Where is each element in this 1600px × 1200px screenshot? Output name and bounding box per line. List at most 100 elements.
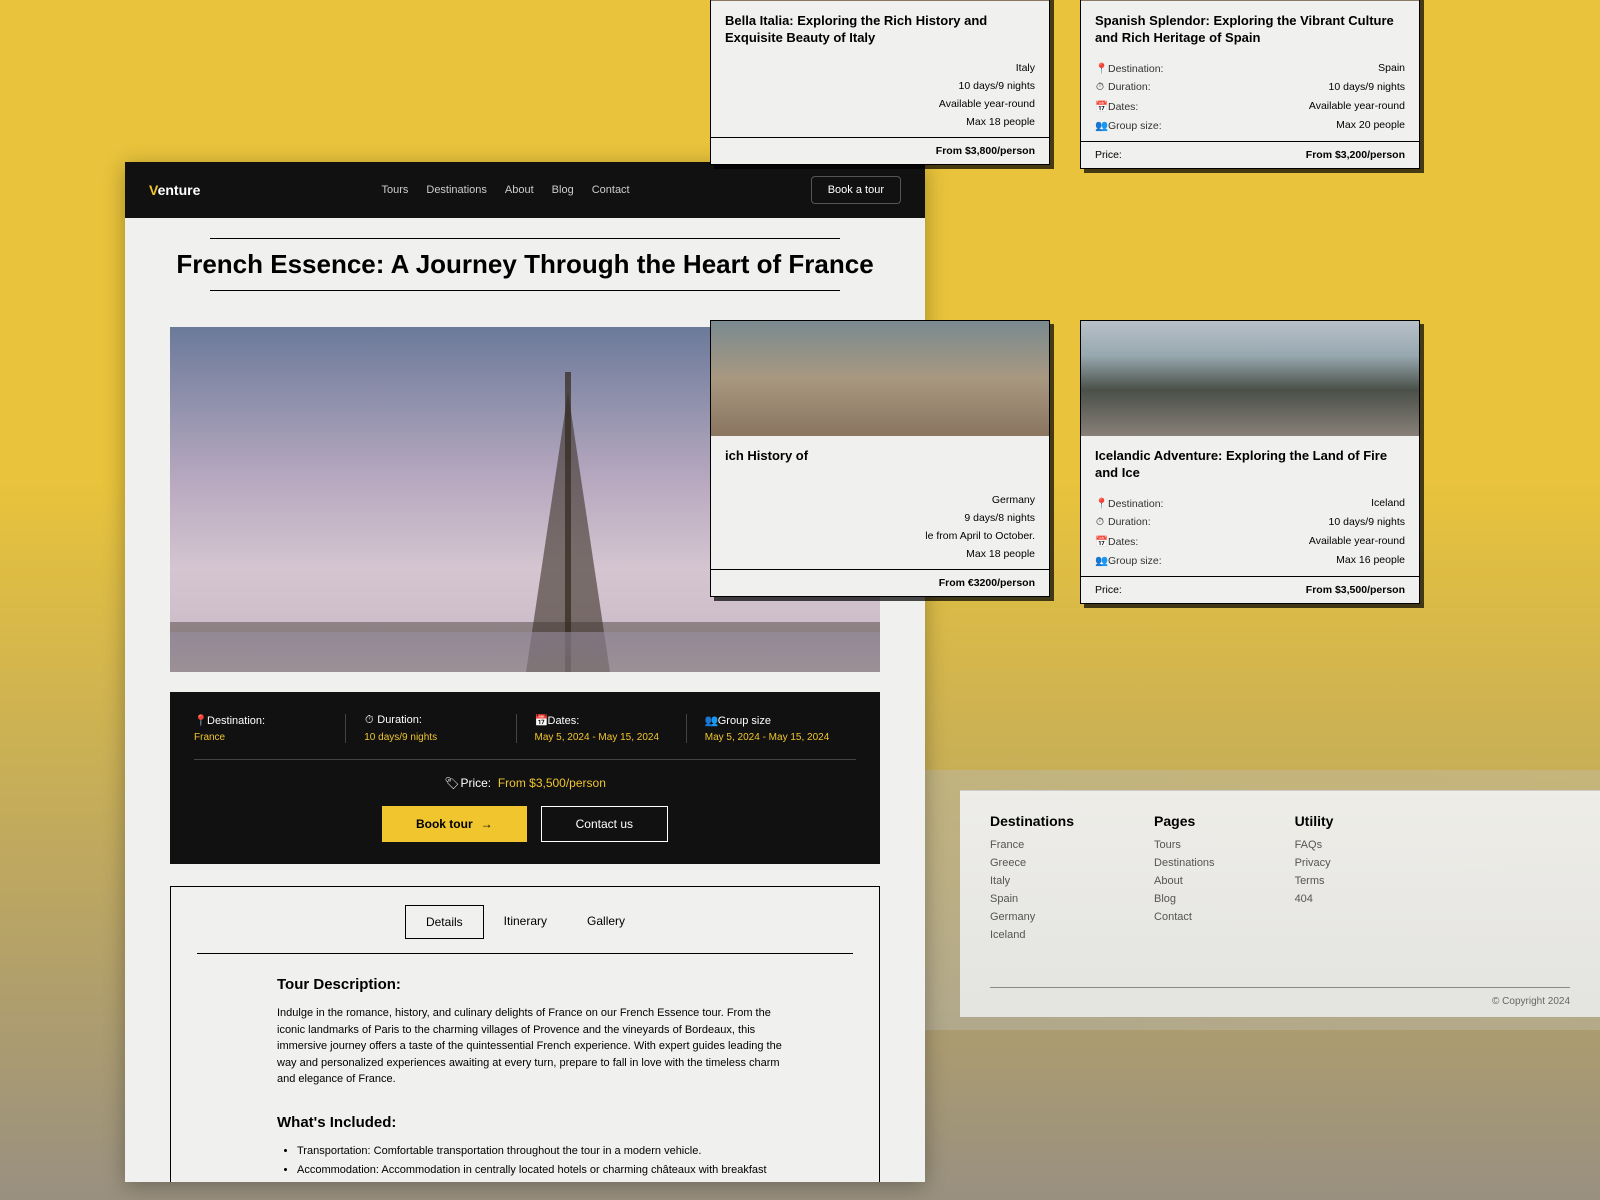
footer-link-greece[interactable]: Greece	[990, 857, 1074, 869]
footer-link-spain[interactable]: Spain	[990, 893, 1074, 905]
card-image	[711, 321, 1049, 436]
content-tabs: Details Itinerary Gallery	[197, 887, 853, 953]
whats-included-heading: What's Included:	[277, 1114, 853, 1131]
footer-link-terms[interactable]: Terms	[1295, 875, 1334, 887]
footer-link-blog[interactable]: Blog	[1154, 893, 1215, 905]
card-dates: le from April to October.	[925, 530, 1035, 542]
card-dest: Iceland	[1371, 497, 1405, 510]
tour-card-italy[interactable]: Bella Italia: Exploring the Rich History…	[710, 0, 1050, 165]
nav-contact[interactable]: Contact	[592, 184, 630, 196]
footer-link-privacy[interactable]: Privacy	[1295, 857, 1334, 869]
nav-about[interactable]: About	[505, 184, 534, 196]
info-dates: 📅Dates: May 5, 2024 - May 15, 2024	[516, 714, 686, 743]
logo-text: enture	[158, 182, 201, 198]
footer: Destinations France Greece Italy Spain G…	[960, 790, 1600, 1017]
footer-link-destinations[interactable]: Destinations	[1154, 857, 1215, 869]
footer-utility: Utility FAQs Privacy Terms 404	[1295, 813, 1334, 947]
card-price: From €3200/person	[939, 577, 1035, 589]
tab-itinerary[interactable]: Itinerary	[484, 905, 567, 939]
hr-top	[210, 238, 840, 239]
info-destination: 📍Destination: France	[194, 714, 345, 743]
footer-link-italy[interactable]: Italy	[990, 875, 1074, 887]
card-group: Max 16 people	[1336, 554, 1405, 567]
tour-description-heading: Tour Description:	[277, 976, 853, 993]
tour-card-spain[interactable]: Spanish Splendor: Exploring the Vibrant …	[1080, 0, 1420, 169]
nav-tours[interactable]: Tours	[381, 184, 408, 196]
pin-icon: 📍	[194, 714, 204, 727]
card-image	[1081, 321, 1419, 436]
tab-details[interactable]: Details	[405, 905, 484, 939]
card-title: Icelandic Adventure: Exploring the Land …	[1095, 448, 1405, 482]
group-icon: 👥	[1095, 119, 1105, 132]
footer-pages: Pages Tours Destinations About Blog Cont…	[1154, 813, 1215, 947]
calendar-icon: 📅	[535, 714, 545, 727]
info-duration: ⏱Duration: 10 days/9 nights	[345, 714, 515, 743]
logo-v: V	[149, 182, 158, 198]
nav-destinations[interactable]: Destinations	[426, 184, 487, 196]
pin-icon: 📍	[1095, 497, 1105, 510]
card-price: From $3,200/person	[1306, 149, 1405, 161]
calendar-icon: 📅	[1095, 535, 1105, 548]
card-dest: Italy	[1016, 62, 1035, 74]
card-title: ich History of	[725, 448, 1035, 465]
footer-heading: Destinations	[990, 813, 1074, 829]
nav-blog[interactable]: Blog	[552, 184, 574, 196]
card-dest: Germany	[992, 494, 1035, 506]
footer-link-france[interactable]: France	[990, 839, 1074, 851]
tag-icon: 🏷	[444, 776, 454, 790]
card-dates: Available year-round	[1309, 100, 1405, 113]
footer-destinations: Destinations France Greece Italy Spain G…	[990, 813, 1074, 947]
book-tour-cta[interactable]: Book tour→	[382, 806, 527, 842]
hr-bottom	[210, 290, 840, 291]
card-price: From $3,500/person	[1306, 584, 1405, 596]
card-dur: 10 days/9 nights	[1329, 516, 1405, 529]
included-item: Accommodation: Accommodation in centrall…	[297, 1162, 793, 1182]
clock-icon: ⏱	[364, 714, 374, 727]
footer-link-404[interactable]: 404	[1295, 893, 1334, 905]
pin-icon: 📍	[1095, 62, 1105, 75]
included-list: Transportation: Comfortable transportati…	[297, 1143, 793, 1182]
card-title: Bella Italia: Exploring the Rich History…	[725, 13, 1035, 47]
card-group: Max 18 people	[966, 116, 1035, 128]
price-row: 🏷 Price: From $3,500/person	[194, 776, 856, 790]
tab-gallery[interactable]: Gallery	[567, 905, 645, 939]
book-tour-button[interactable]: Book a tour	[811, 176, 901, 204]
card-price: From $3,800/person	[936, 145, 1035, 157]
footer-link-contact[interactable]: Contact	[1154, 911, 1215, 923]
footer-link-iceland[interactable]: Iceland	[990, 929, 1074, 941]
footer-heading: Pages	[1154, 813, 1215, 829]
footer-heading: Utility	[1295, 813, 1334, 829]
clock-icon: ⏱	[1095, 516, 1105, 529]
group-icon: 👥	[705, 714, 715, 727]
page-title: French Essence: A Journey Through the He…	[165, 249, 885, 280]
info-group: 👥Group size May 5, 2024 - May 15, 2024	[686, 714, 856, 743]
footer-link-germany[interactable]: Germany	[990, 911, 1074, 923]
card-dur: 9 days/8 nights	[964, 512, 1035, 524]
logo[interactable]: Venture	[149, 182, 200, 198]
card-group: Max 18 people	[966, 548, 1035, 560]
card-dates: Available year-round	[1309, 535, 1405, 548]
calendar-icon: 📅	[1095, 100, 1105, 113]
top-nav: Venture Tours Destinations About Blog Co…	[125, 162, 925, 218]
footer-link-faqs[interactable]: FAQs	[1295, 839, 1334, 851]
group-icon: 👥	[1095, 554, 1105, 567]
footer-link-about[interactable]: About	[1154, 875, 1215, 887]
included-item: Transportation: Comfortable transportati…	[297, 1143, 793, 1161]
card-dates: Available year-round	[939, 98, 1035, 110]
footer-link-tours[interactable]: Tours	[1154, 839, 1215, 851]
contact-us-button[interactable]: Contact us	[541, 806, 668, 842]
card-title: Spanish Splendor: Exploring the Vibrant …	[1095, 13, 1405, 47]
tour-card-iceland[interactable]: Icelandic Adventure: Exploring the Land …	[1080, 320, 1420, 604]
tour-description-text: Indulge in the romance, history, and cul…	[277, 1005, 793, 1088]
card-dur: 10 days/9 nights	[959, 80, 1035, 92]
nav-links: Tours Destinations About Blog Contact	[381, 184, 629, 196]
card-dest: Spain	[1378, 62, 1405, 75]
card-dur: 10 days/9 nights	[1329, 81, 1405, 94]
page-title-block: French Essence: A Journey Through the He…	[125, 218, 925, 305]
tour-detail-page: Venture Tours Destinations About Blog Co…	[125, 162, 925, 1182]
content-box: Details Itinerary Gallery Tour Descripti…	[170, 886, 880, 1182]
copyright: © Copyright 2024	[990, 996, 1570, 1007]
tour-card-germany[interactable]: ich History of Germany 9 days/8 nights l…	[710, 320, 1050, 597]
card-group: Max 20 people	[1336, 119, 1405, 132]
clock-icon: ⏱	[1095, 81, 1105, 94]
